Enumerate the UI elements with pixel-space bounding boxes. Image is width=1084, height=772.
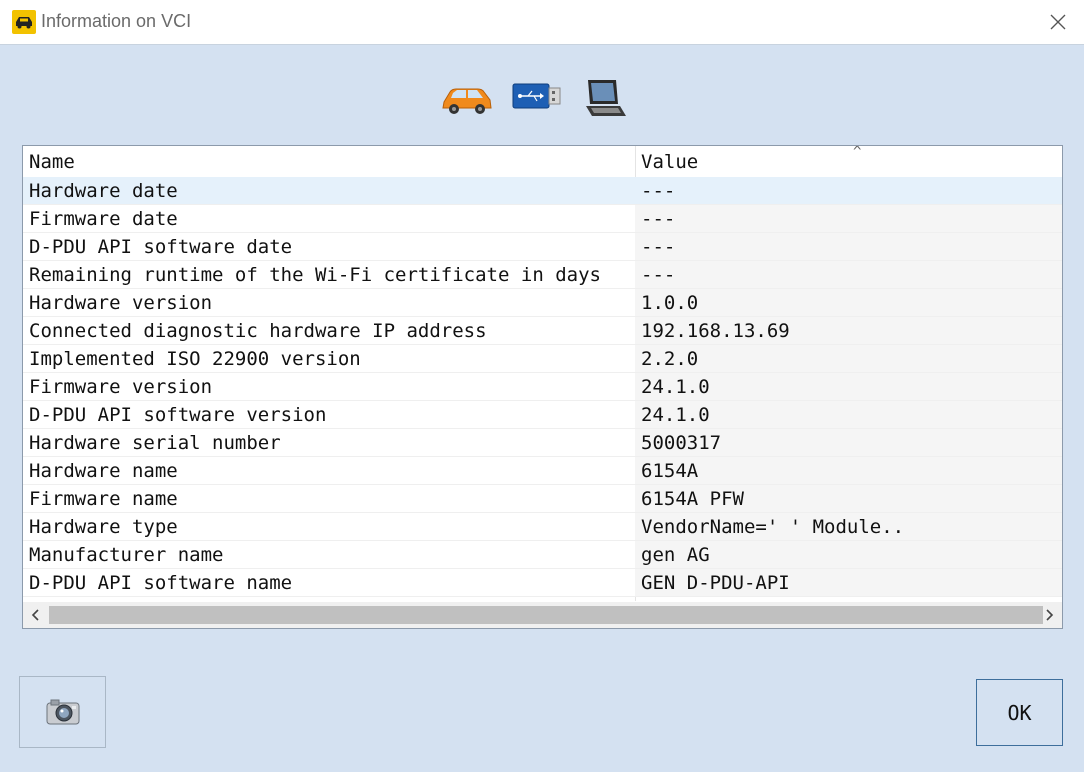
row-value: GEN D-PDU-API — [641, 572, 790, 594]
row-value: 6154A PFW — [641, 488, 744, 510]
app-icon — [12, 10, 36, 34]
table-row[interactable]: Hardware name 6154A — [23, 457, 1062, 485]
row-value: 192.168.13.69 — [641, 320, 790, 342]
row-value: --- — [641, 208, 676, 230]
row-value: 24.1.0 — [641, 404, 710, 426]
row-value: --- — [641, 180, 676, 202]
row-value: 5000317 — [641, 432, 722, 454]
table-row[interactable]: Firmware date --- — [23, 205, 1062, 233]
close-button[interactable] — [1040, 5, 1076, 39]
row-name: Firmware version — [29, 376, 213, 398]
row-value: --- — [641, 236, 676, 258]
table-row[interactable]: Manufacturer name gen AG — [23, 541, 1062, 569]
row-name: Hardware type — [29, 516, 178, 538]
chevron-left-icon — [31, 609, 39, 621]
scroll-left-button[interactable] — [23, 602, 49, 628]
row-name: Manufacturer name — [29, 544, 224, 566]
camera-icon — [46, 699, 79, 725]
sort-ascending-icon: ^ — [853, 146, 862, 160]
chevron-right-icon — [1046, 609, 1054, 621]
usb-icon[interactable] — [512, 78, 562, 118]
laptop-icon[interactable] — [582, 78, 628, 124]
column-header-name[interactable]: Name — [29, 151, 75, 173]
vci-info-table: Name Value ^ Hardware date --- Firmware … — [22, 145, 1063, 629]
row-name: Connected diagnostic hardware IP address — [29, 320, 487, 342]
table-row[interactable]: D-PDU API software name GEN D-PDU-API — [23, 569, 1062, 597]
table-row[interactable]: Firmware version 24.1.0 — [23, 373, 1062, 401]
row-name: Hardware serial number — [29, 432, 281, 454]
table-row[interactable]: Hardware date --- — [23, 177, 1062, 205]
table-row[interactable]: Firmware name 6154A PFW — [23, 485, 1062, 513]
title-bar: Information on VCI — [0, 0, 1084, 45]
row-name: D-PDU API software date — [29, 236, 293, 258]
row-name: D-PDU API software name — [29, 572, 293, 594]
row-name: Hardware name — [29, 460, 178, 482]
row-name: Implemented ISO 22900 version — [29, 348, 361, 370]
table-header: Name Value ^ — [23, 146, 1062, 177]
column-header-value[interactable]: Value — [641, 151, 698, 173]
table-row[interactable]: Implemented ISO 22900 version 2.2.0 — [23, 345, 1062, 373]
table-row[interactable]: Hardware serial number 5000317 — [23, 429, 1062, 457]
scroll-right-button[interactable] — [1036, 602, 1062, 628]
table-row[interactable]: Connected diagnostic hardware IP address… — [23, 317, 1062, 345]
row-value: 2.2.0 — [641, 348, 699, 370]
table-row[interactable]: D-PDU API software version 24.1.0 — [23, 401, 1062, 429]
table-row[interactable]: Hardware version 1.0.0 — [23, 289, 1062, 317]
row-name: Hardware date — [29, 180, 178, 202]
row-value: VendorName=' ' Module.. — [641, 516, 905, 538]
car-icon[interactable] — [440, 78, 494, 122]
close-icon — [1050, 14, 1066, 30]
table-row[interactable]: Remaining runtime of the Wi-Fi certifica… — [23, 261, 1062, 289]
row-name: Firmware date — [29, 208, 178, 230]
scrollbar-thumb[interactable] — [49, 606, 1043, 624]
ok-button[interactable]: OK — [976, 679, 1063, 746]
window-title: Information on VCI — [41, 11, 192, 31]
table-row[interactable]: D-PDU API software date --- — [23, 233, 1062, 261]
screenshot-button[interactable] — [19, 676, 106, 748]
row-value: 1.0.0 — [641, 292, 699, 314]
table-body: Name Value ^ Hardware date --- Firmware … — [23, 146, 1062, 601]
horizontal-scrollbar[interactable] — [23, 602, 1062, 628]
row-value: 6154A — [641, 460, 699, 482]
table-row[interactable]: Hardware type VendorName=' ' Module.. — [23, 513, 1062, 541]
row-value: gen AG — [641, 544, 710, 566]
row-name: D-PDU API software version — [29, 404, 327, 426]
row-value: --- — [641, 264, 676, 286]
row-name: Firmware name — [29, 488, 178, 510]
row-value: 24.1.0 — [641, 376, 710, 398]
row-name: Hardware version — [29, 292, 213, 314]
row-name: Remaining runtime of the Wi-Fi certifica… — [29, 264, 601, 286]
toolbar — [0, 78, 1084, 124]
